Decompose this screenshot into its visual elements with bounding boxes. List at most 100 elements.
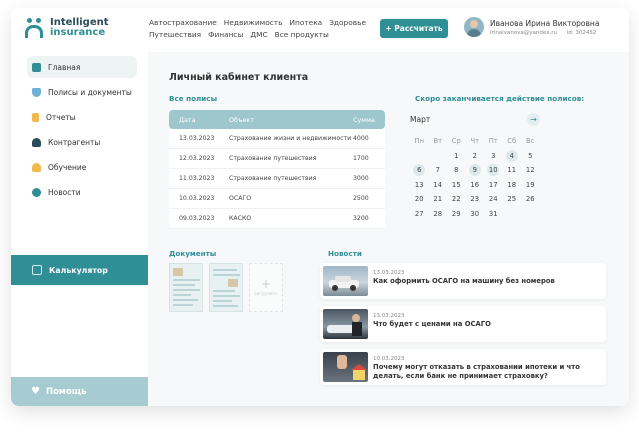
- calendar-day[interactable]: 2: [466, 149, 485, 164]
- calendar-day[interactable]: 28: [429, 207, 448, 222]
- calculate-button[interactable]: + Рассчитать: [380, 19, 448, 38]
- top-nav: Автострахование Недвижимость Ипотека Здо…: [149, 17, 379, 41]
- nav-link[interactable]: Путешествия: [149, 29, 201, 41]
- news-title: Новости: [328, 249, 362, 258]
- calendar-day[interactable]: 27: [410, 207, 429, 222]
- table-row[interactable]: 10.03.2023 ОСАГО 2500: [169, 189, 385, 209]
- calendar-day-marked[interactable]: 4: [503, 149, 522, 164]
- calendar-day[interactable]: 18: [503, 178, 522, 193]
- nav-link[interactable]: Все продукты: [275, 29, 329, 41]
- weekday-label: Вт: [433, 137, 443, 146]
- policies-table: Дата Объект Сумма 13.03.2023 Страхование…: [169, 110, 385, 229]
- sidebar-item-label: Отчеты: [46, 112, 76, 122]
- heart-icon: ♥: [31, 386, 40, 397]
- calendar-day[interactable]: 13: [410, 178, 429, 193]
- sidebar-item-label: Контрагенты: [48, 137, 101, 147]
- calendar: Март → Пн Вт Ср Чт Пт Сб Вс 1 2 3 4 5 6 7 8 9 10 11 12 13 14…: [410, 110, 540, 221]
- calendar-empty-cell: [410, 149, 429, 164]
- table-row[interactable]: 11.03.2023 Страхование путешествия 3000: [169, 169, 385, 189]
- report-icon: [32, 112, 39, 122]
- column-header[interactable]: Дата: [169, 116, 229, 124]
- sidebar-item-label: Главная: [48, 62, 81, 72]
- table-row[interactable]: 13.03.2023 Страхование жизни и недвижимо…: [169, 129, 385, 149]
- calendar-day[interactable]: 25: [503, 192, 522, 207]
- news-item[interactable]: 13.03.2023 Как оформить ОСАГО на машину …: [320, 263, 606, 299]
- calendar-day-marked[interactable]: 9: [466, 163, 485, 178]
- calendar-day[interactable]: 19: [521, 178, 540, 193]
- calendar-day[interactable]: 31: [484, 207, 503, 222]
- top-bar: Intelligent insurance Автострахование Не…: [11, 8, 629, 52]
- user-meta: irinaivanova@yandex.ru id: 302452: [490, 30, 604, 36]
- documents-title: Документы: [169, 249, 217, 258]
- calendar-day[interactable]: 30: [466, 207, 485, 222]
- page-title: Личный кабинет клиента: [169, 72, 309, 83]
- table-row[interactable]: 12.03.2023 Страхование путешествия 1700: [169, 149, 385, 169]
- calendar-day[interactable]: 24: [484, 192, 503, 207]
- sidebar-item-news[interactable]: Новости: [27, 181, 149, 203]
- calendar-day[interactable]: 15: [447, 178, 466, 193]
- sidebar-item-reports[interactable]: Отчеты: [27, 106, 149, 128]
- sidebar-item-label: Калькулятор: [49, 265, 108, 275]
- policy-object: Страхование путешествия: [229, 175, 317, 182]
- news-item[interactable]: 10.03.2023 Почему могут отказать в страх…: [320, 349, 606, 385]
- policy-date: 13.03.2023: [179, 135, 215, 142]
- sidebar-item-home[interactable]: Главная: [27, 56, 137, 78]
- calendar-day[interactable]: 17: [484, 178, 503, 193]
- nav-link[interactable]: Финансы: [208, 29, 243, 41]
- column-header[interactable]: Объект: [229, 116, 353, 124]
- policy-date: 11.03.2023: [179, 175, 215, 182]
- expiring-title: Скоро заканчивается действие полисов:: [415, 94, 585, 103]
- calendar-header: Март →: [410, 110, 540, 129]
- column-header[interactable]: Сумма: [353, 116, 385, 124]
- policy-sum: 4000: [353, 135, 369, 142]
- sidebar-item-contractors[interactable]: Контрагенты: [27, 131, 149, 153]
- logo-line2: insurance: [50, 27, 106, 38]
- calendar-day-marked[interactable]: 6: [410, 163, 429, 178]
- sidebar-item-calculator[interactable]: Калькулятор: [11, 255, 148, 285]
- sidebar-item-policies[interactable]: Полисы и документы: [27, 81, 149, 103]
- nav-link[interactable]: Автострахование: [149, 17, 217, 29]
- policy-sum: 3200: [353, 215, 369, 222]
- calendar-day[interactable]: 20: [410, 192, 429, 207]
- table-row[interactable]: 09.03.2023 КАСКО 3200: [169, 209, 385, 229]
- calendar-grid: Пн Вт Ср Чт Пт Сб Вс 1 2 3 4 5 6 7 8 9 10 11 12 13 14 15 16 17 1…: [410, 134, 540, 221]
- news-headline: Как оформить ОСАГО на машину без номеров: [373, 277, 555, 285]
- add-document-button[interactable]: + загрузить: [249, 263, 283, 312]
- user-email: irinaivanova@yandex.ru: [490, 29, 557, 36]
- calendar-day[interactable]: 11: [503, 163, 522, 178]
- policy-object: Страхование жизни и недвижимости: [229, 135, 352, 142]
- calendar-day[interactable]: 26: [521, 192, 540, 207]
- avatar: [464, 17, 484, 37]
- calendar-day[interactable]: 1: [447, 149, 466, 164]
- weekday-label: Пн: [414, 137, 425, 146]
- arrow-right-icon[interactable]: →: [527, 113, 540, 126]
- logo[interactable]: Intelligent insurance: [25, 18, 109, 38]
- document-thumbnail[interactable]: [209, 263, 243, 312]
- nav-link[interactable]: Ипотека: [289, 17, 322, 29]
- learner-icon: [32, 162, 41, 172]
- nav-link[interactable]: ДМС: [250, 29, 267, 41]
- calendar-day[interactable]: 5: [521, 149, 540, 164]
- calendar-month: Март: [410, 115, 431, 124]
- sidebar-item-learning[interactable]: Обучение: [27, 156, 149, 178]
- user-profile[interactable]: Иванова Ирина Викторовна irinaivanova@ya…: [464, 17, 604, 37]
- nav-link[interactable]: Здоровье: [329, 17, 366, 29]
- calendar-day[interactable]: 21: [429, 192, 448, 207]
- calendar-day[interactable]: 7: [429, 163, 448, 178]
- logo-icon: [25, 18, 45, 38]
- document-thumbnail[interactable]: [169, 263, 203, 312]
- news-item[interactable]: 13.03.2023 Что будет с ценами на ОСАГО: [320, 306, 606, 342]
- calendar-day-marked[interactable]: 10: [484, 163, 503, 178]
- calendar-day[interactable]: 8: [447, 163, 466, 178]
- calendar-day[interactable]: 29: [447, 207, 466, 222]
- news-headline: Что будет с ценами на ОСАГО: [373, 320, 491, 328]
- calendar-day[interactable]: 23: [466, 192, 485, 207]
- calendar-day[interactable]: 12: [521, 163, 540, 178]
- table-header: Дата Объект Сумма: [169, 110, 385, 129]
- calendar-day[interactable]: 16: [466, 178, 485, 193]
- calendar-day[interactable]: 14: [429, 178, 448, 193]
- calendar-day[interactable]: 3: [484, 149, 503, 164]
- help-button[interactable]: ♥ Помощь: [11, 377, 148, 406]
- nav-link[interactable]: Недвижимость: [224, 17, 283, 29]
- calendar-day[interactable]: 22: [447, 192, 466, 207]
